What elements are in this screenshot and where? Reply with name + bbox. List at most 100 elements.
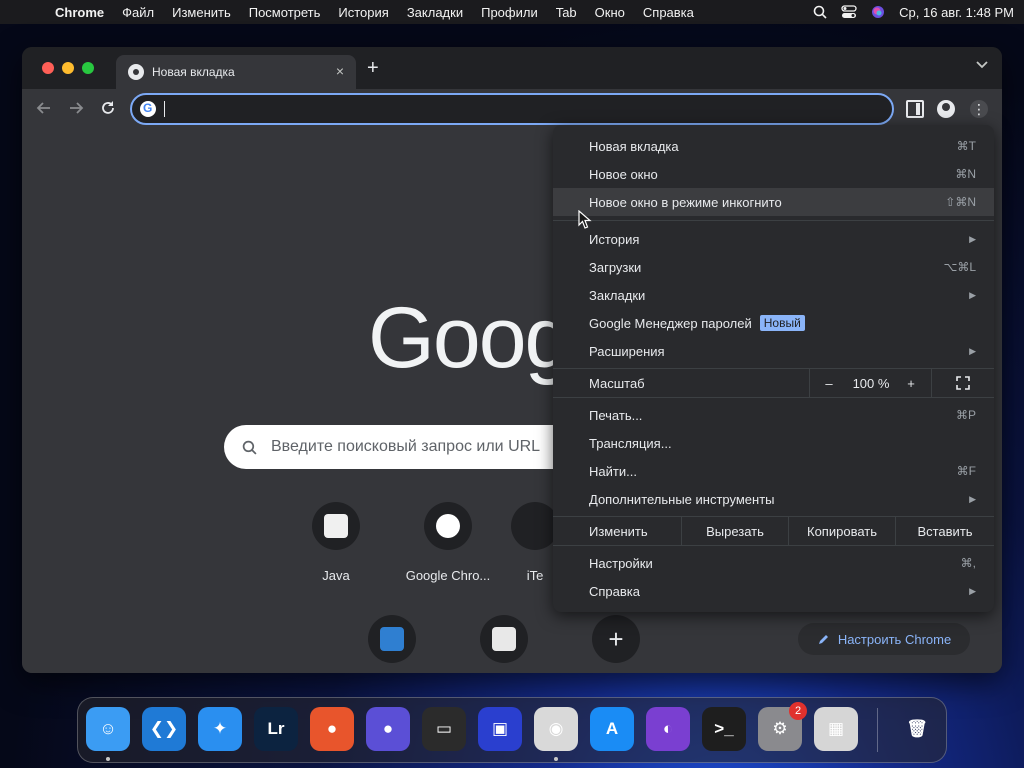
macos-dock: ☺ ❮❯ ✦ Lr ● ● ▭ ▣ ◉ A ◐ >_ ⚙ 2 ▦ 🗑 <box>77 697 947 763</box>
zoom-in-button[interactable]: + <box>899 369 923 397</box>
menu-item-print[interactable]: Печать... ⌘P <box>553 401 994 429</box>
plus-icon: + <box>608 623 624 654</box>
menu-item-cast[interactable]: Трансляция... <box>553 429 994 457</box>
new-tab-button[interactable]: + <box>367 58 379 78</box>
system-settings-icon[interactable]: ⚙ 2 <box>758 702 807 751</box>
close-window-button[interactable] <box>42 62 54 74</box>
safari-icon[interactable]: ✦ <box>198 707 242 751</box>
vscode-icon[interactable]: ❮❯ <box>142 707 186 751</box>
menubar-item-profiles[interactable]: Профили <box>472 5 547 20</box>
github-icon[interactable]: ◐ <box>646 707 690 751</box>
zoom-window-button[interactable] <box>82 62 94 74</box>
menu-item-downloads[interactable]: Загрузки ⌥⌘L <box>553 253 994 281</box>
copy-button[interactable]: Копировать <box>789 517 895 545</box>
menu-item-label: Справка <box>589 583 640 599</box>
menu-item-incognito[interactable]: Новое окно в режиме инкогнито ⇧⌘N <box>553 188 994 216</box>
side-panel-icon[interactable] <box>906 100 924 118</box>
shortcut-java[interactable]: Java <box>281 502 391 583</box>
lightroom-icon[interactable]: Lr <box>254 707 298 751</box>
zoom-out-button[interactable]: – <box>815 369 843 397</box>
tab-new-tab[interactable]: Новая вкладка × <box>116 55 356 89</box>
menubar-item-edit[interactable]: Изменить <box>163 5 240 20</box>
shortcut-google-chrome[interactable]: Google Chro... <box>393 502 503 583</box>
menu-item-label: Новое окно в режиме инкогнито <box>589 194 782 210</box>
fullscreen-icon[interactable] <box>955 375 971 391</box>
reload-icon[interactable] <box>99 99 117 117</box>
customize-chrome-button[interactable]: Настроить Chrome <box>798 623 970 655</box>
forward-arrow-icon[interactable] <box>67 99 85 117</box>
shortcut-tile-5-circle <box>480 615 528 663</box>
menu-item-label: Загрузки <box>589 259 642 275</box>
menu-item-settings[interactable]: Настройки ⌘, <box>553 549 994 577</box>
launchpad-icon[interactable]: ▦ <box>814 707 858 751</box>
menu-shortcut: ⌘P <box>955 408 976 422</box>
submenu-arrow-icon: ▶ <box>969 289 976 300</box>
menu-edit-row: Изменить Вырезать Копировать Вставить <box>553 517 994 545</box>
edit-label: Изменить <box>589 523 648 539</box>
shortcut-tile-5[interactable] <box>449 615 559 663</box>
spotlight-search-icon[interactable] <box>813 5 827 19</box>
more-menu-icon[interactable]: ⋮ <box>970 100 988 118</box>
running-indicator <box>106 757 110 761</box>
shortcut-label: Java <box>322 568 350 583</box>
menu-item-password-manager[interactable]: Google Менеджер паролей Новый <box>553 309 994 337</box>
shortcut-tile-4[interactable] <box>337 615 447 663</box>
paste-button[interactable]: Вставить <box>896 517 994 545</box>
app-store-icon[interactable]: A <box>590 707 634 751</box>
menu-item-more-tools[interactable]: Дополнительные инструменты ▶ <box>553 485 994 513</box>
address-bar[interactable] <box>130 93 894 125</box>
menubar-item-window[interactable]: Окно <box>586 5 634 20</box>
menu-divider <box>931 369 932 397</box>
menu-item-extensions[interactable]: Расширения ▶ <box>553 337 994 365</box>
menubar-item-history[interactable]: История <box>329 5 397 20</box>
menubar-item-bookmarks[interactable]: Закладки <box>398 5 472 20</box>
macos-menu-bar: Chrome Файл Изменить Посмотреть История … <box>0 0 1024 24</box>
control-center-icon[interactable] <box>841 5 857 19</box>
notification-badge: 2 <box>789 702 807 720</box>
shortcut-java-tile <box>312 502 360 550</box>
submenu-arrow-icon: ▶ <box>969 493 976 504</box>
finder-icon[interactable]: ☺ <box>86 707 130 751</box>
menubar-item-file[interactable]: Файл <box>113 5 163 20</box>
search-icon <box>242 440 257 455</box>
tab-title: Новая вкладка <box>152 65 235 79</box>
siri-icon[interactable] <box>871 5 885 19</box>
add-shortcut-circle: + <box>592 615 640 663</box>
menu-item-bookmarks[interactable]: Закладки ▶ <box>553 281 994 309</box>
menu-item-find[interactable]: Найти... ⌘F <box>553 457 994 485</box>
tab-search-chevron-icon[interactable] <box>976 61 988 69</box>
trash-icon[interactable]: 🗑 <box>895 707 939 751</box>
terminal-icon[interactable]: >_ <box>702 707 746 751</box>
framed-icon[interactable]: ▣ <box>478 707 522 751</box>
firefox-dev-icon[interactable]: ● <box>366 707 410 751</box>
submenu-arrow-icon: ▶ <box>969 345 976 356</box>
menu-item-help[interactable]: Справка ▶ <box>553 577 994 605</box>
menubar-clock[interactable]: Ср, 16 авг. 1:48 PM <box>899 5 1014 20</box>
menu-separator <box>553 397 994 398</box>
menubar-item-view[interactable]: Посмотреть <box>240 5 330 20</box>
add-shortcut-button[interactable]: + <box>561 615 671 663</box>
chrome-icon[interactable]: ◉ <box>534 707 578 751</box>
submenu-arrow-icon: ▶ <box>969 233 976 244</box>
console-icon[interactable]: ▭ <box>422 707 466 751</box>
menu-separator <box>553 220 994 221</box>
minimize-window-button[interactable] <box>62 62 74 74</box>
menubar-app-name[interactable]: Chrome <box>46 5 113 20</box>
menubar-item-tab[interactable]: Tab <box>547 5 586 20</box>
profile-icon[interactable] <box>937 100 955 118</box>
menu-separator <box>553 545 994 546</box>
menu-item-history[interactable]: История ▶ <box>553 225 994 253</box>
menubar-item-help[interactable]: Справка <box>634 5 703 20</box>
cut-button[interactable]: Вырезать <box>682 517 788 545</box>
tab-strip: Новая вкладка × + <box>22 47 1002 89</box>
mouse-cursor-icon <box>578 210 592 229</box>
tab-close-icon[interactable]: × <box>336 63 344 79</box>
menu-zoom-row: Масштаб – 100 % + <box>553 369 994 397</box>
menu-item-label: Новое окно <box>589 166 658 182</box>
firefox-icon[interactable]: ● <box>310 707 354 751</box>
chrome-main-menu: Новая вкладка ⌘T Новое окно ⌘N Новое окн… <box>553 125 994 612</box>
google-g-icon <box>140 101 156 117</box>
back-arrow-icon[interactable] <box>35 99 53 117</box>
menu-item-new-window[interactable]: Новое окно ⌘N <box>553 160 994 188</box>
menu-item-new-tab[interactable]: Новая вкладка ⌘T <box>553 132 994 160</box>
